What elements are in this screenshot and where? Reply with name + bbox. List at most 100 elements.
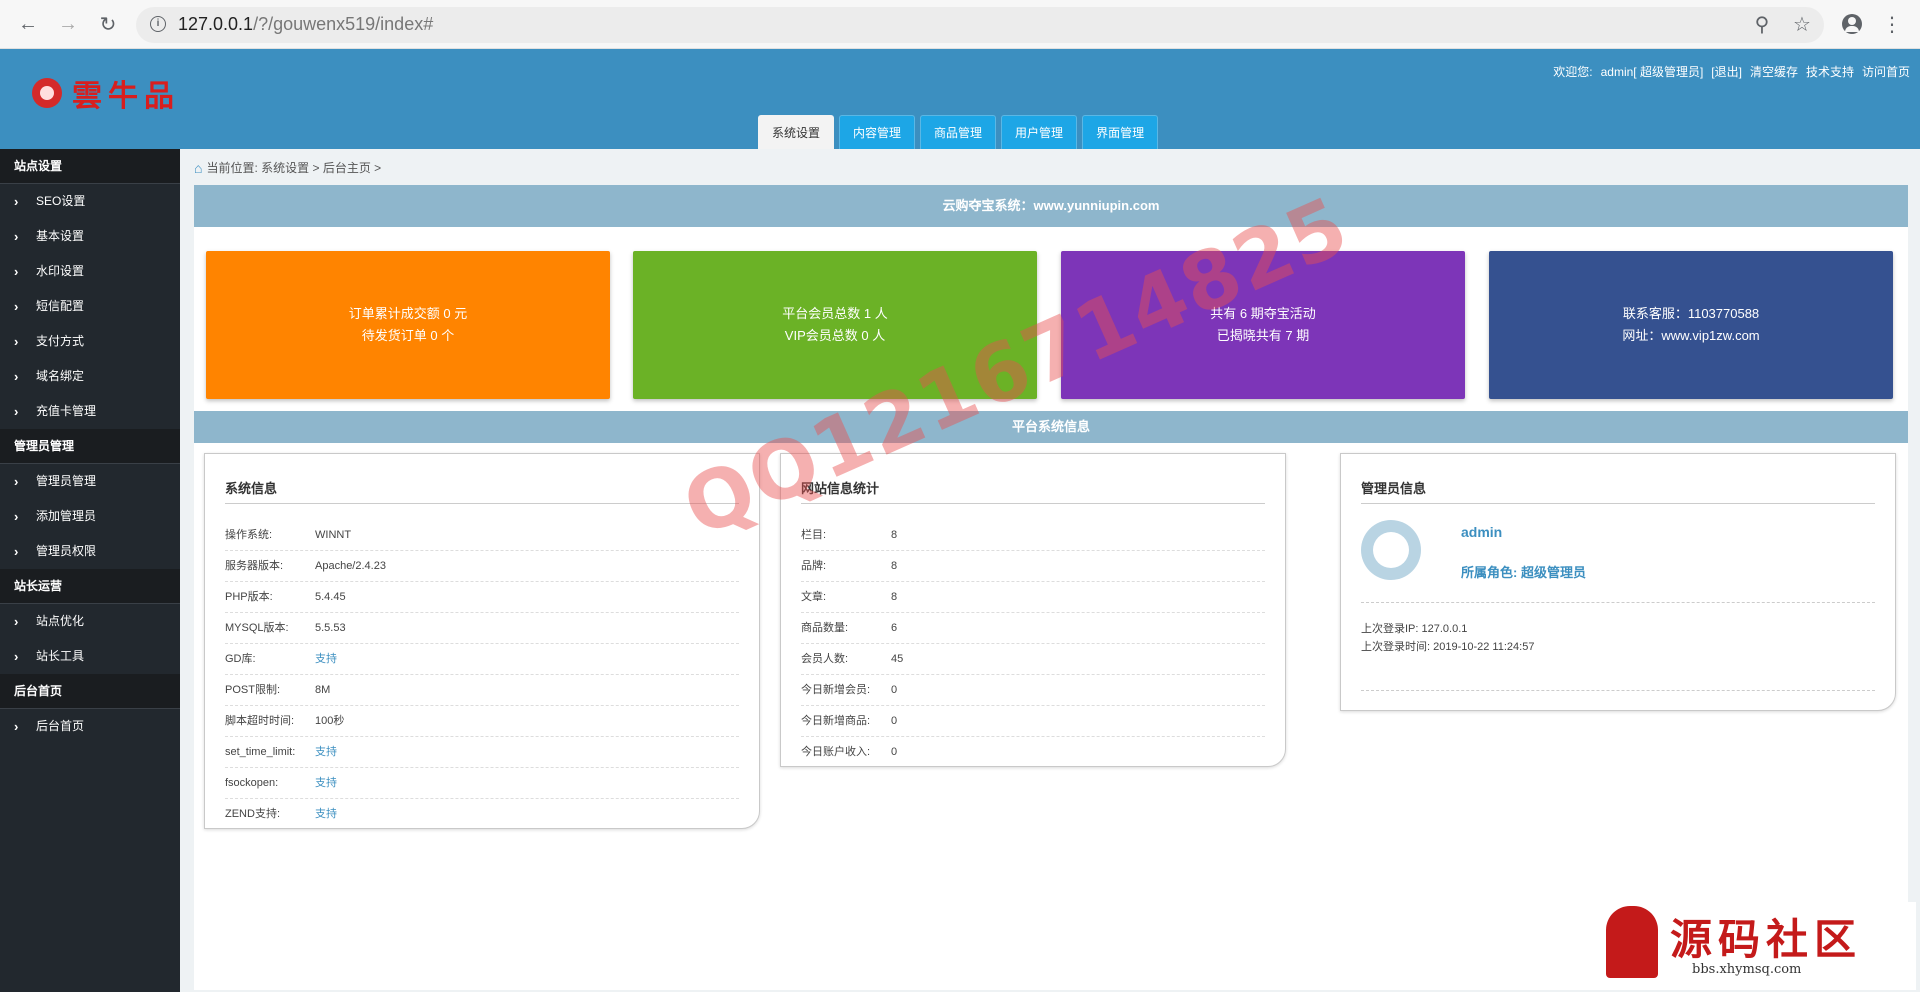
sidebar-item-admin-manage[interactable]: › 管理员管理	[0, 464, 180, 499]
sidebar-item-recharge-card[interactable]: › 充值卡管理	[0, 394, 180, 429]
stats-row: 会员人数: 45	[801, 644, 1265, 675]
system-info-panel: 系统信息 操作系统: WINNT 服务器版本: Apache/2.4.23 PHP版…	[204, 453, 760, 829]
tab-users[interactable]: 用户管理	[1001, 115, 1078, 149]
sidebar-item-label: 添加管理员	[36, 509, 97, 523]
tab-interface[interactable]: 界面管理	[1082, 115, 1159, 149]
last-login-ip: 上次登录IP: 127.0.0.1	[1361, 623, 1468, 635]
breadcrumb: ⌂ 当前位置: 系统设置 > 后台主页 >	[194, 159, 381, 176]
url-text[interactable]: 127.0.0.1/?/gouwenx519/index#	[178, 14, 433, 35]
sidebar-item-dashboard[interactable]: › 后台首页	[0, 709, 180, 744]
sidebar-item-basic[interactable]: › 基本设置	[0, 219, 180, 254]
stat-line: 网址：www.vip1zw.com	[1622, 328, 1760, 343]
sidebar-item-label: 域名绑定	[36, 369, 85, 383]
chevron-right-icon: ›	[14, 649, 19, 664]
sidebar-item-label: 基本设置	[36, 229, 85, 243]
chevron-right-icon: ›	[14, 369, 19, 384]
stats-row: 今日新增商品: 0	[801, 706, 1265, 737]
info-row: MYSQL版本: 5.5.53	[225, 613, 739, 644]
sidebar-item-payment[interactable]: › 支付方式	[0, 324, 180, 359]
content-panel: 云购夺宝系统：www.yunniupin.com 订单累计成交额 0 元 待发货…	[194, 185, 1908, 990]
sidebar-item-seo[interactable]: › SEO设置	[0, 184, 180, 219]
logo-mark-icon	[32, 78, 62, 108]
admin-name[interactable]: admin	[1461, 524, 1502, 540]
sidebar-item-label: 支付方式	[36, 334, 85, 348]
sidebar-item-domain[interactable]: › 域名绑定	[0, 359, 180, 394]
sidebar-item-admin-permissions[interactable]: › 管理员权限	[0, 534, 180, 569]
sidebar-item-watermark[interactable]: › 水印设置	[0, 254, 180, 289]
stat-card-members: 平台会员总数 1 人 VIP会员总数 0 人	[633, 251, 1037, 399]
brand-name: 源码社区	[1670, 915, 1863, 964]
zoom-icon[interactable]: ⚲	[1748, 10, 1776, 38]
forward-icon[interactable]: →	[54, 10, 82, 38]
site-stats-panel: 网站信息统计 栏目: 8 品牌: 8 文章: 8 商品数量: 6 会员人数: 45 今日新…	[780, 453, 1286, 767]
admin-role: 所属角色: 超级管理员	[1461, 565, 1586, 580]
sidebar-group-site-settings[interactable]: 站点设置	[0, 149, 180, 184]
section-banner: 平台系统信息	[194, 411, 1908, 443]
divider	[1361, 690, 1875, 691]
browser-toolbar: ← → ↻ i 127.0.0.1/?/gouwenx519/index# ⚲ …	[0, 0, 1920, 49]
stat-line: 待发货订单 0 个	[361, 328, 455, 343]
info-row: 服务器版本: Apache/2.4.23	[225, 551, 739, 582]
address-bar[interactable]: i 127.0.0.1/?/gouwenx519/index#	[136, 7, 1824, 43]
logo[interactable]: 雲牛品	[32, 71, 180, 115]
logout-link[interactable]: [退出]	[1711, 63, 1742, 80]
sidebar: 站点设置 › SEO设置 › 基本设置 › 水印设置 › 短信配置 › 支付方式 › 域名绑…	[0, 149, 180, 992]
info-row: POST限制: 8M	[225, 675, 739, 706]
stat-card-activities: 共有 6 期夺宝活动 已揭晓共有 7 期	[1061, 251, 1465, 399]
sidebar-item-label: 充值卡管理	[36, 404, 97, 418]
chevron-right-icon: ›	[14, 229, 19, 244]
chevron-right-icon: ›	[14, 194, 19, 209]
system-banner: 云购夺宝系统：www.yunniupin.com	[194, 185, 1908, 227]
star-icon[interactable]: ☆	[1788, 10, 1816, 38]
sidebar-group-dashboard[interactable]: 后台首页	[0, 674, 180, 709]
current-user: admin[ 超级管理员]	[1600, 65, 1704, 79]
sidebar-item-webmaster-tools[interactable]: › 站长工具	[0, 639, 180, 674]
top-links: 欢迎您: admin[ 超级管理员] [退出] 清空缓存 技术支持 访问首页	[1553, 63, 1910, 80]
sidebar-item-label: 管理员管理	[36, 474, 97, 488]
account-icon[interactable]	[1838, 10, 1866, 38]
tab-system-settings[interactable]: 系统设置	[758, 115, 835, 149]
sidebar-item-site-optimize[interactable]: › 站点优化	[0, 604, 180, 639]
stat-line: 平台会员总数 1 人	[782, 306, 888, 321]
chevron-right-icon: ›	[14, 299, 19, 314]
sidebar-item-label: 站长工具	[36, 649, 85, 663]
sidebar-item-sms[interactable]: › 短信配置	[0, 289, 180, 324]
stats-row: 文章: 8	[801, 582, 1265, 613]
menu-icon[interactable]: ⋮	[1878, 10, 1906, 38]
stat-card-orders: 订单累计成交额 0 元 待发货订单 0 个	[206, 251, 610, 399]
sidebar-group-operations[interactable]: 站长运营	[0, 569, 180, 604]
admin-info-panel: 管理员信息 admin 所属角色: 超级管理员 上次登录IP: 127.0.0.…	[1340, 453, 1896, 711]
stat-line: VIP会员总数 0 人	[784, 328, 886, 343]
chevron-right-icon: ›	[14, 544, 19, 559]
stat-line: 已揭晓共有 7 期	[1216, 328, 1310, 343]
avatar	[1361, 520, 1421, 580]
info-icon[interactable]: i	[150, 16, 166, 32]
panel-title: 管理员信息	[1361, 478, 1875, 504]
stat-line: 共有 6 期夺宝活动	[1210, 306, 1316, 321]
home-icon[interactable]: ⌂	[194, 160, 202, 176]
stat-line: 联系客服：1103770588	[1622, 306, 1760, 321]
chevron-right-icon: ›	[14, 614, 19, 629]
sidebar-group-admin[interactable]: 管理员管理	[0, 429, 180, 464]
info-row: ZEND支持: 支持	[225, 808, 337, 820]
logo-text: 雲牛品	[72, 79, 180, 114]
tab-products[interactable]: 商品管理	[920, 115, 997, 149]
divider	[1361, 602, 1875, 603]
tab-content[interactable]: 内容管理	[839, 115, 916, 149]
back-icon[interactable]: ←	[14, 10, 42, 38]
panel-title: 系统信息	[225, 478, 739, 504]
reload-icon[interactable]: ↻	[94, 10, 122, 38]
visit-home-link[interactable]: 访问首页	[1862, 63, 1910, 80]
tech-support-link[interactable]: 技术支持	[1806, 63, 1854, 80]
chevron-right-icon: ›	[14, 334, 19, 349]
clear-cache-link[interactable]: 清空缓存	[1750, 63, 1798, 80]
sidebar-item-add-admin[interactable]: › 添加管理员	[0, 499, 180, 534]
sidebar-item-label: 短信配置	[36, 299, 85, 313]
sidebar-item-label: 水印设置	[36, 264, 85, 278]
stat-card-contact: 联系客服：1103770588 网址：www.vip1zw.com	[1489, 251, 1893, 399]
brand-badge-icon	[1606, 906, 1658, 978]
chevron-right-icon: ›	[14, 264, 19, 279]
stats-row: 品牌: 8	[801, 551, 1265, 582]
sidebar-item-label: 管理员权限	[36, 544, 97, 558]
chevron-right-icon: ›	[14, 404, 19, 419]
